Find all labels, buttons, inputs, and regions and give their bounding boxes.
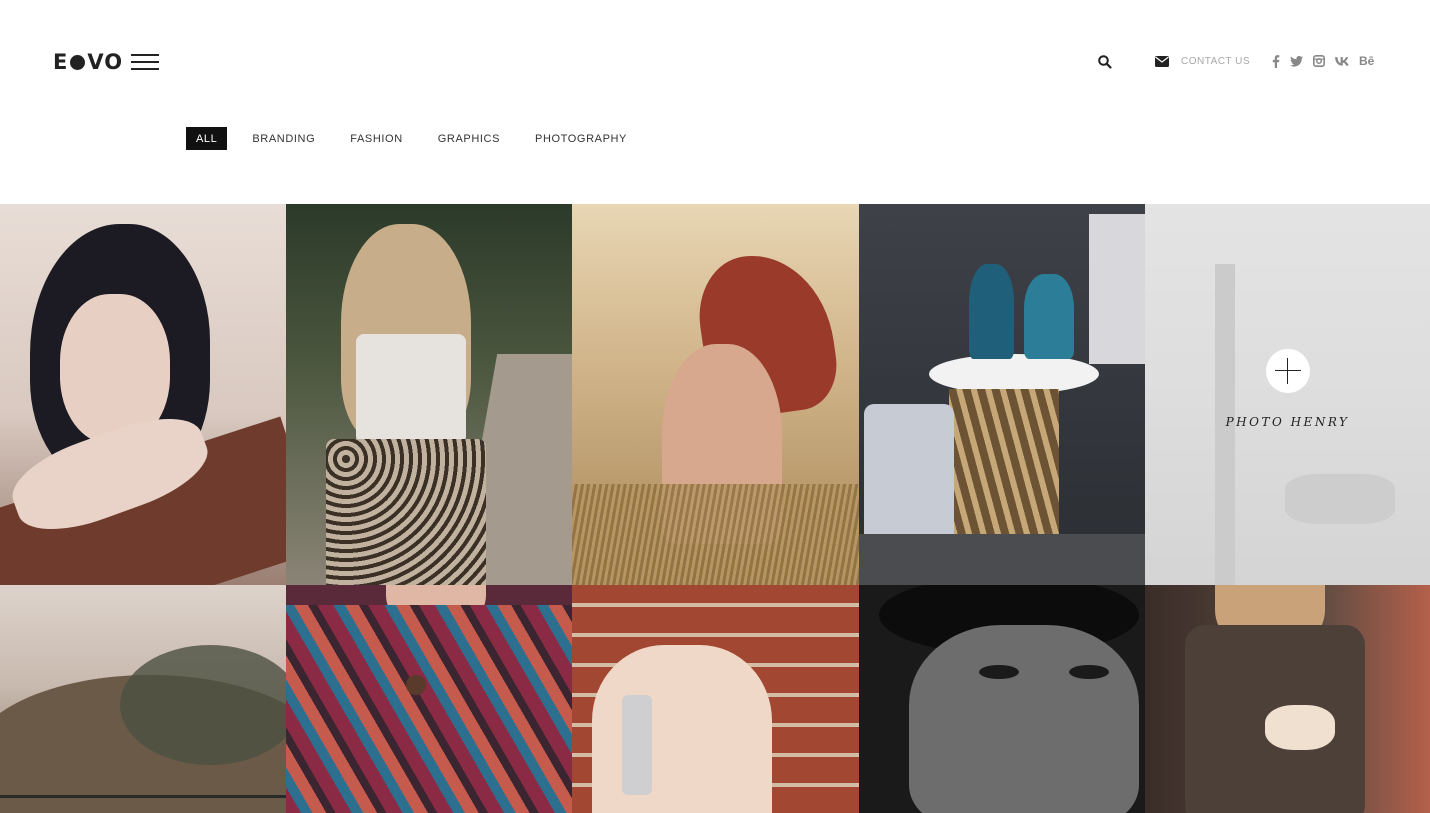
logo-letter-e: E [53,50,69,74]
menu-hamburger-icon[interactable] [131,54,159,70]
contact-us-link[interactable]: CONTACT US [1155,53,1250,69]
logo-dot-icon [70,54,86,70]
behance-icon[interactable]: Bē [1359,53,1374,69]
logo[interactable]: E VO [53,50,123,74]
portfolio-filters: ALL BRANDING FASHION GRAPHICS PHOTOGRAPH… [186,127,627,150]
envelope-icon [1155,55,1169,67]
filter-fashion[interactable]: FASHION [350,127,403,150]
filter-graphics[interactable]: GRAPHICS [438,127,500,150]
portfolio-item-4[interactable] [859,204,1145,585]
vk-icon[interactable] [1335,53,1349,69]
filter-all[interactable]: ALL [186,127,228,150]
portfolio-item-8[interactable] [572,585,859,813]
twitter-icon[interactable] [1290,53,1303,69]
search-icon[interactable] [1097,54,1113,70]
portfolio-item-3[interactable] [572,204,859,585]
site-header: E VO CONTACT US Bē ALL BRANDING FASHION … [0,0,1430,204]
portfolio-item-6[interactable] [0,585,286,813]
filter-branding[interactable]: BRANDING [252,127,315,150]
facebook-icon[interactable] [1272,53,1280,69]
instagram-icon[interactable] [1313,53,1325,69]
logo-letters-vo: VO [87,50,124,74]
portfolio-item-title: PHOTO HENRY [1225,414,1350,429]
portfolio-grid: PHOTO HENRY [0,204,1430,813]
filter-photography[interactable]: PHOTOGRAPHY [535,127,627,150]
portfolio-item-hover-overlay[interactable]: PHOTO HENRY [1145,204,1430,585]
social-links: Bē [1272,52,1384,70]
portfolio-item-1[interactable] [0,204,286,585]
contact-us-label: CONTACT US [1181,55,1251,67]
portfolio-item-9[interactable] [859,585,1145,813]
portfolio-item-5[interactable]: PHOTO HENRY [1145,204,1430,585]
portfolio-item-2[interactable] [286,204,572,585]
plus-icon[interactable] [1265,348,1310,393]
portfolio-item-7[interactable] [286,585,572,813]
portfolio-item-10[interactable] [1145,585,1430,813]
